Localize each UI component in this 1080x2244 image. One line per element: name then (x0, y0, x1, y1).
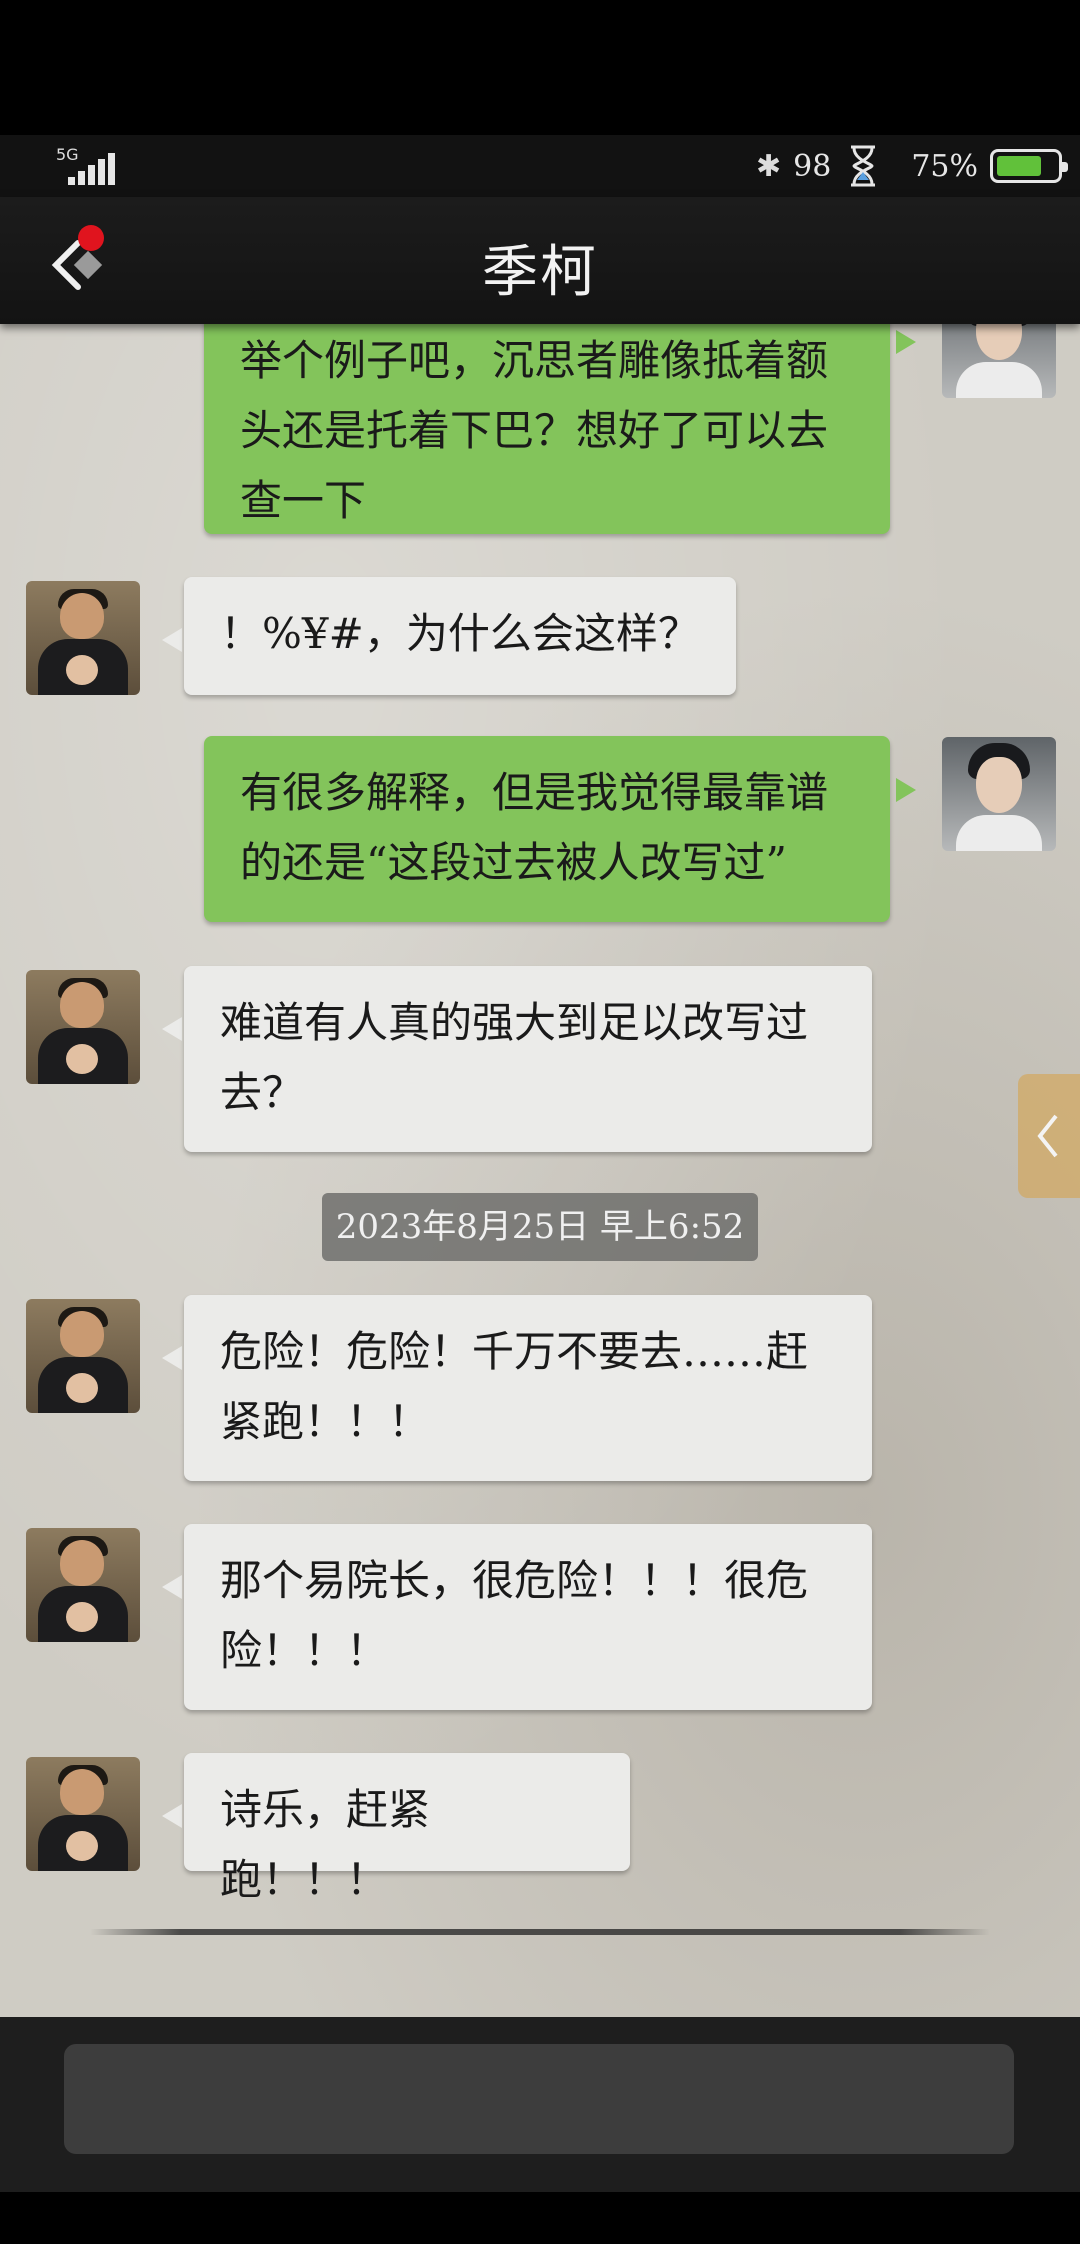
message-timestamp: 2023年8月25日 早上6:52 (322, 1193, 758, 1261)
bottom-black-band (0, 2192, 1080, 2244)
message-line: 头还是托着下巴？想好了可以去 (240, 406, 829, 455)
bubble-tail (162, 628, 182, 652)
avatar[interactable] (26, 1528, 140, 1642)
avatar[interactable] (26, 970, 140, 1084)
chat-area[interactable]: 举个例子吧，沉思者雕像抵着额 头还是托着下巴？想好了可以去 查一下 ！%¥#，为… (0, 324, 1080, 2017)
bubble-tail (162, 1575, 182, 1599)
bluetooth-icon: ✱ (755, 148, 782, 184)
network-type: 5G (56, 145, 79, 164)
bubble-tail (896, 778, 916, 802)
message-line: 难道有人真的强大到足以改写过 (220, 998, 809, 1047)
message-bubble-outgoing[interactable]: 举个例子吧，沉思者雕像抵着额 头还是托着下巴？想好了可以去 查一下 (204, 324, 890, 534)
message-line: 紧跑！！！ (220, 1397, 431, 1446)
battery-icon (990, 149, 1068, 183)
battery-nub (1062, 162, 1068, 172)
message-bubble-incoming[interactable]: 那个易院长，很危险！！！很危 险！！！ (184, 1524, 872, 1710)
message-line: ！%¥#，为什么会这样？ (220, 609, 700, 658)
signal-icon: 5G (56, 145, 116, 189)
avatar[interactable] (942, 737, 1056, 851)
message-bubble-incoming[interactable]: 难道有人真的强大到足以改写过 去？ (184, 966, 872, 1152)
bubble-tail (162, 1804, 182, 1828)
top-black-band (0, 0, 1080, 135)
message-bubble-incoming[interactable]: ！%¥#，为什么会这样？ (184, 577, 736, 695)
torn-edge-divider (90, 1929, 990, 1935)
side-panel-toggle[interactable] (1018, 1074, 1080, 1198)
message-input[interactable] (64, 2044, 1014, 2154)
signal-bar (78, 171, 85, 185)
contact-name: 季柯 (482, 240, 598, 305)
battery-percent: 75% (911, 148, 978, 184)
message-line: 去？ (220, 1068, 305, 1117)
message-bubble-incoming[interactable]: 诗乐，赶紧跑！！！ (184, 1753, 630, 1904)
chat-header: 季柯 (0, 197, 1080, 324)
avatar[interactable] (26, 1757, 140, 1871)
bubble-tail (162, 1346, 182, 1370)
hourglass-icon (851, 145, 876, 187)
input-bar (0, 2017, 1080, 2192)
signal-bar (108, 153, 115, 185)
message-line: 险！！！ (220, 1626, 389, 1675)
avatar[interactable] (26, 1299, 140, 1413)
bubble-tail (162, 1017, 182, 1041)
message-line: 那个易院长，很危险！！！很危 (220, 1556, 809, 1605)
battery-fill (997, 156, 1041, 176)
message-line: 举个例子吧，沉思者雕像抵着额 (240, 336, 829, 385)
message-line: 危险！危险！千万不要去……赶 (220, 1327, 809, 1376)
signal-bar (98, 159, 105, 185)
avatar[interactable] (26, 581, 140, 695)
bubble-tail (896, 330, 916, 354)
message-bubble-incoming[interactable]: 危险！危险！千万不要去……赶 紧跑！！！ (184, 1295, 872, 1481)
status-value: 98 (793, 148, 832, 184)
avatar[interactable] (942, 324, 1056, 398)
status-bar: 5G ✱ 98 75% (0, 135, 1080, 197)
chevron-left-icon (1037, 1114, 1058, 1158)
message-line: 的还是“这段过去被人改写过” (240, 838, 787, 887)
signal-bar (68, 177, 75, 185)
message-line: 诗乐，赶紧跑！！！ (220, 1785, 431, 1904)
signal-bar (88, 165, 95, 185)
message-line: 查一下 (240, 476, 367, 525)
message-bubble-outgoing[interactable]: 有很多解释，但是我觉得最靠谱 的还是“这段过去被人改写过” (204, 736, 890, 922)
message-line: 有很多解释，但是我觉得最靠谱 (240, 768, 829, 817)
